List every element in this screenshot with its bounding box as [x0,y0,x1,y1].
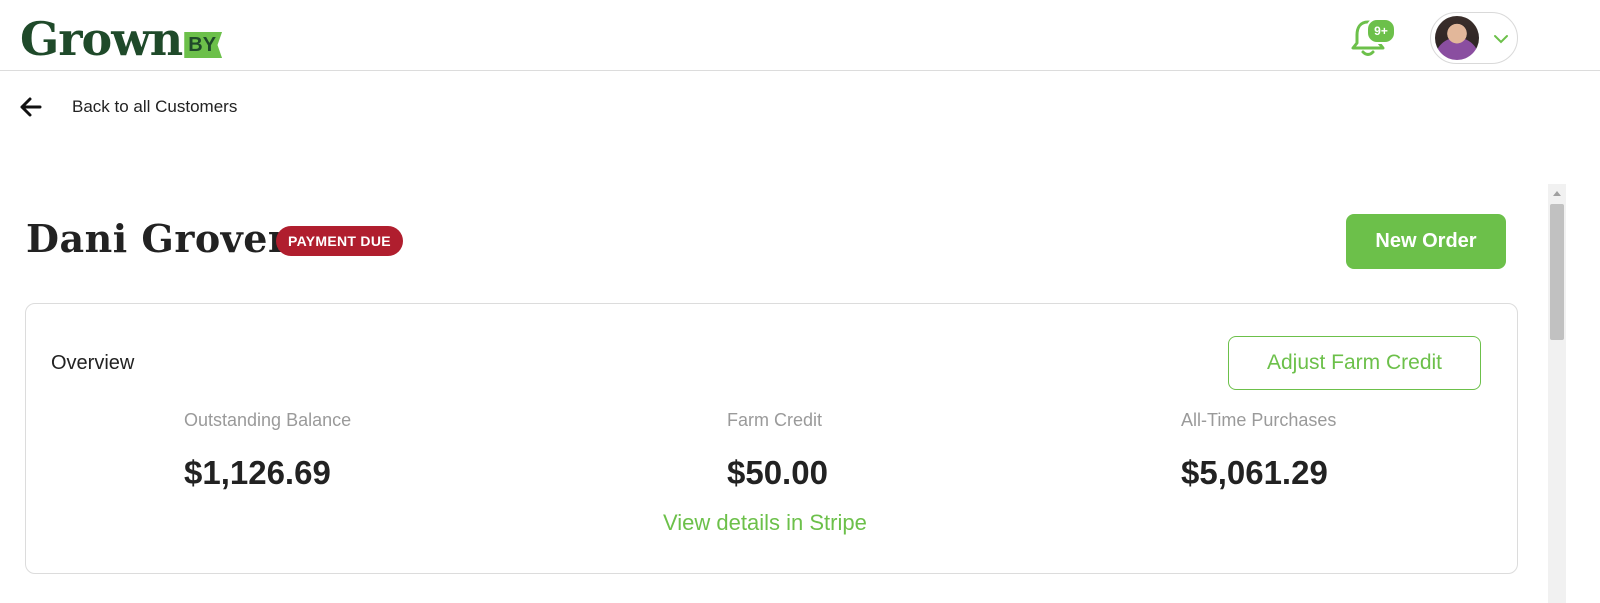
customer-name: Dani Grover [26,216,289,261]
user-menu-button[interactable] [1430,12,1518,64]
all-time-purchases-label: All-Time Purchases [1181,410,1337,430]
vertical-scrollbar[interactable] [1548,184,1566,603]
chevron-down-icon [1494,35,1508,44]
adjust-farm-credit-button[interactable]: Adjust Farm Credit [1228,336,1481,390]
farm-credit-label: Farm Credit [727,410,823,430]
status-badge: PAYMENT DUE [276,226,403,256]
scroll-up-arrow-icon[interactable] [1548,184,1566,202]
view-in-stripe-link[interactable]: View details in Stripe [663,510,867,536]
outstanding-balance-value: $1,126.69 [184,454,331,491]
avatar [1435,16,1479,60]
outstanding-balance-label: Outstanding Balance [184,410,352,430]
arrow-left-icon [20,97,42,117]
farm-credit-value: $50.00 [727,454,828,491]
overview-title: Overview [51,352,135,374]
notification-badge: 9+ [1366,18,1396,44]
back-to-customers-link[interactable]: Back to all Customers [18,94,237,120]
all-time-purchases-value: $5,061.29 [1181,454,1328,491]
overview-card: Overview Adjust Farm Credit Outstanding … [25,303,1518,574]
back-link-label: Back to all Customers [72,97,238,116]
logo-text: Grown [20,12,183,66]
logo-suffix: BY [184,32,223,58]
scrollbar-thumb[interactable] [1550,204,1564,340]
top-header: Grown BY 9+ [0,0,1600,71]
grownby-logo[interactable]: Grown BY [20,8,223,66]
new-order-button[interactable]: New Order [1346,214,1506,269]
